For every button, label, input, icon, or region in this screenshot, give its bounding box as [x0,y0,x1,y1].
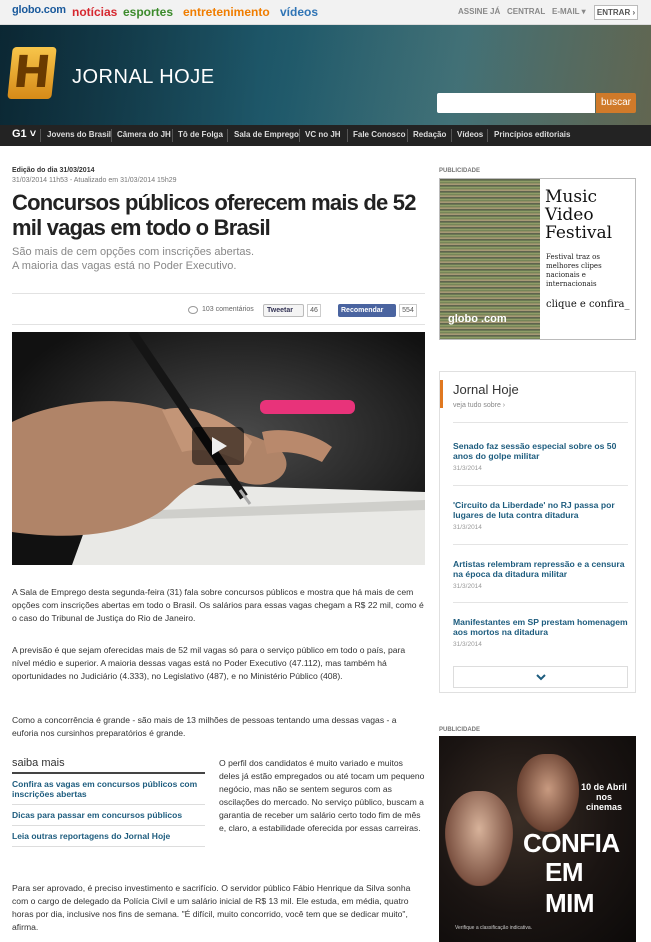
jornal-hoje-widget: Jornal Hoje veja tudo sobre › Senado faz… [439,371,636,693]
ad-actor-image [517,754,579,832]
nav-divider [451,129,452,142]
subhead-line-1: São mais de cem opções com inscrições ab… [12,246,255,258]
page-title: Concursos públicos oferecem mais de 52 m… [12,190,416,240]
widget-title[interactable]: Jornal Hoje [453,382,519,397]
ad-movie-title: EM MIM [545,857,595,918]
movie-ad[interactable]: 10 de Abril nos cinemas CONFIA EM MIM Ve… [439,736,636,942]
saiba-mais-link[interactable]: Dicas para passar em concursos públicos [12,805,205,826]
search-button[interactable]: buscar [596,93,636,113]
divider [453,422,628,423]
timestamp: 31/03/2014 11h53 - Atualizado em 31/03/2… [12,177,177,184]
edition-label[interactable]: Edição do dia 31/03/2014 [12,167,95,174]
nav-divider [227,129,228,142]
music-festival-ad[interactable]: globo .com Music Video Festival Festival… [439,178,636,340]
entrar-button[interactable]: ENTRAR › [594,5,638,20]
subnav-sala-emprego[interactable]: Sala de Emprego [234,130,299,139]
news-headline[interactable]: Senado faz sessão especial sobre os 50 a… [453,441,628,461]
play-button[interactable] [192,427,244,465]
ad-actress-image [445,791,513,886]
tweet-button[interactable]: Tweetar [263,304,304,317]
nav-divider [172,129,173,142]
link-assine[interactable]: ASSINE JÁ [458,7,500,16]
header-banner: H JORNAL HOJE buscar [0,25,651,125]
article-paragraph: O perfil dos candidatos é muito variado … [219,758,425,833]
divider [453,602,628,603]
saiba-mais-link[interactable]: Confira as vagas em concursos públicos c… [12,774,205,805]
ad-label: PUBLICIDADE [439,168,481,174]
saiba-mais-title: saiba mais [12,757,205,774]
article-paragraph: Como a concorrência é grande - são mais … [12,715,397,738]
saiba-mais-box: saiba mais Confira as vagas em concursos… [12,757,205,847]
nav-videos[interactable]: vídeos [280,5,318,19]
news-date: 31/3/2014 [453,524,482,531]
see-all-link[interactable]: veja tudo sobre › [453,402,505,409]
jornal-hoje-logo-icon[interactable]: H [7,47,57,99]
globo-logo[interactable]: globo.com [12,4,66,16]
video-player[interactable] [12,332,425,565]
top-bar: globo.com notícias esportes entretenimen… [0,0,651,25]
play-icon [212,437,227,455]
ad-fine-print: Verifique a classificação indicativa. [455,925,532,931]
section-nav: G1 ˅ Jovens do Brasil Câmera do JH Tô de… [0,125,651,146]
divider [453,544,628,545]
nav-divider [111,129,112,142]
nav-divider [299,129,300,142]
facebook-recommend-button[interactable]: Recomendar [338,304,396,317]
scroll-more-button[interactable] [453,666,628,688]
news-item[interactable]: Artistas relembram repressão e a censura… [453,559,628,590]
subnav-fale[interactable]: Fale Conosco [353,130,405,139]
nav-entretenimento[interactable]: entretenimento [183,5,270,19]
g1-menu[interactable]: G1 ˅ [12,128,36,140]
ad-title: Music Video Festival [545,187,613,243]
show-title[interactable]: JORNAL HOJE [72,66,215,89]
widget-accent [440,380,443,408]
nav-esportes[interactable]: esportes [123,5,173,19]
search-input[interactable] [437,93,595,113]
ad-movie-title: CONFIA [523,828,620,858]
globo-ad-logo: globo .com [448,313,507,325]
news-date: 31/3/2014 [453,583,482,590]
news-date: 31/3/2014 [453,641,482,648]
divider [453,485,628,486]
subnav-videos[interactable]: Vídeos [457,130,483,139]
comment-icon[interactable] [188,306,198,314]
subnav-folga[interactable]: Tô de Folga [178,130,223,139]
subnav-redacao[interactable]: Redação [413,130,446,139]
subheadline: São mais de cem opções com inscrições ab… [12,245,432,273]
tweet-count: 46 [307,304,321,317]
divider [12,324,425,325]
news-item[interactable]: Senado faz sessão especial sobre os 50 a… [453,441,628,472]
divider [12,293,425,294]
nav-divider [487,129,488,142]
subnav-principios[interactable]: Princípios editoriais [494,130,570,139]
news-headline[interactable]: Manifestantes em SP prestam homenagem ao… [453,617,628,637]
recommend-count: 554 [399,304,417,317]
nav-divider [347,129,348,142]
ad-release-date: 10 de Abril nos cinemas [581,782,627,812]
ad-label: PUBLICIDADE [439,727,481,733]
news-date: 31/3/2014 [453,465,482,472]
news-headline[interactable]: Artistas relembram repressão e a censura… [453,559,628,579]
news-headline[interactable]: 'Circuito da Liberdade' no RJ passa por … [453,500,628,520]
link-central[interactable]: CENTRAL [507,7,545,16]
nav-divider [40,129,41,142]
saiba-mais-link[interactable]: Leia outras reportagens do Jornal Hoje [12,826,205,847]
subnav-jovens[interactable]: Jovens do Brasil [47,130,111,139]
ad-cta[interactable]: clique e confira_ [546,299,630,311]
ad-text: Festival traz os melhores clipes naciona… [546,253,602,288]
news-item[interactable]: Manifestantes em SP prestam homenagem ao… [453,617,628,648]
nav-noticias[interactable]: notícias [72,5,117,19]
comments-link[interactable]: 103 comentários [202,306,254,313]
article-paragraph: A previsão é que sejam oferecidas mais d… [12,645,406,681]
news-item[interactable]: 'Circuito da Liberdade' no RJ passa por … [453,500,628,531]
article-paragraph: Para ser aprovado, é preciso investiment… [12,883,411,932]
subnav-vc[interactable]: VC no JH [305,130,341,139]
subnav-camera[interactable]: Câmera do JH [117,130,171,139]
chevron-down-icon [535,674,546,681]
article-paragraph: A Sala de Emprego desta segunda-feira (3… [12,587,424,623]
subhead-line-2: A maioria das vagas está no Poder Execut… [12,260,237,272]
nav-divider [407,129,408,142]
link-email[interactable]: E-MAIL ▾ [552,7,586,16]
